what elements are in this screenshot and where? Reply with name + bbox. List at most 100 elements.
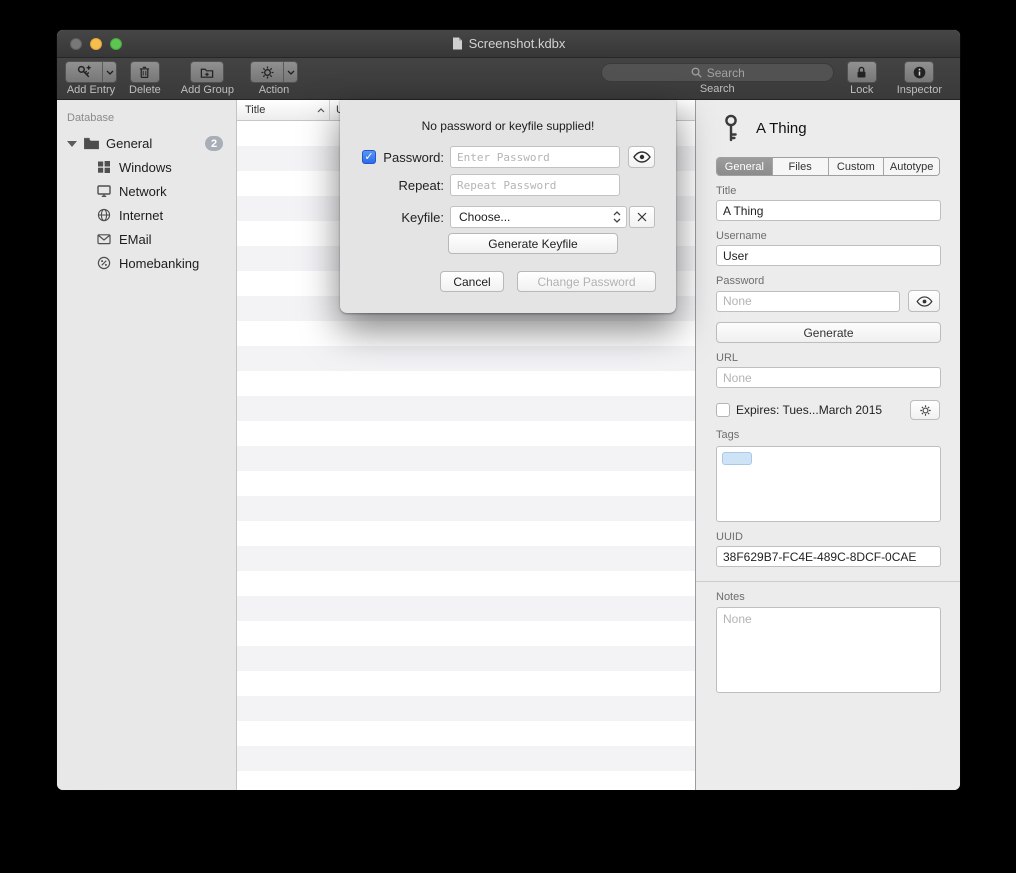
tab-autotype[interactable]: Autotype [884, 158, 939, 175]
reveal-password-button[interactable] [628, 146, 655, 168]
tab-files[interactable]: Files [773, 158, 829, 175]
expires-settings-button[interactable] [910, 400, 940, 420]
keyfile-row: Keyfile: Choose... [362, 206, 655, 228]
sidebar-item-label: EMail [119, 232, 152, 247]
toolbar-item-add-entry: Add Entry [65, 61, 117, 96]
tag-token[interactable] [722, 452, 752, 465]
group-count-badge: 2 [205, 136, 223, 151]
delete-button[interactable] [130, 61, 160, 83]
envelope-icon [97, 232, 111, 246]
sidebar-section-header: Database [67, 112, 236, 124]
inspector-header: A Thing [696, 100, 960, 151]
close-button[interactable] [70, 38, 82, 50]
inspector-panel: A Thing General Files Custom Autotype Ti… [695, 100, 960, 790]
password-row: ✓ Password: [362, 146, 655, 168]
generate-password-button[interactable]: Generate [716, 322, 941, 343]
keyfile-popup[interactable]: Choose... [450, 206, 627, 228]
keyfile-popup-value: Choose... [459, 210, 510, 224]
password-field-label: Password [716, 275, 940, 287]
info-icon [912, 65, 927, 80]
sort-ascending-icon [317, 108, 325, 113]
sidebar-item-network[interactable]: Network [57, 179, 236, 203]
gear-icon [260, 65, 275, 80]
notes-label: Notes [716, 591, 940, 603]
action-dropdown-arrow[interactable] [283, 61, 298, 83]
add-entry-dropdown-arrow[interactable] [102, 61, 117, 83]
chevron-down-icon [287, 70, 295, 75]
delete-label: Delete [129, 84, 161, 96]
add-group-button[interactable] [190, 61, 224, 83]
popup-stepper-icon [613, 210, 621, 224]
username-field-label: Username [716, 230, 940, 242]
change-password-button[interactable]: Change Password [517, 271, 656, 292]
disclosure-triangle-icon[interactable] [67, 141, 77, 147]
sidebar-group-general[interactable]: General 2 [57, 132, 236, 155]
key-icon [718, 113, 744, 143]
repeat-row: Repeat: [362, 174, 655, 196]
expires-label: Expires: Tues...March 2015 [736, 403, 882, 417]
generate-keyfile-button[interactable]: Generate Keyfile [448, 233, 618, 254]
sidebar-item-label: Internet [119, 208, 163, 223]
action-button[interactable] [250, 61, 283, 83]
title-field[interactable] [716, 200, 941, 221]
titlebar: Screenshot.kdbx [57, 30, 960, 58]
password-checkbox[interactable]: ✓ [362, 150, 376, 164]
tab-custom[interactable]: Custom [829, 158, 885, 175]
search-label: Search [700, 83, 735, 95]
clear-keyfile-button[interactable] [629, 206, 655, 228]
repeat-label: Repeat: [380, 178, 444, 193]
password-label: Password: [380, 150, 444, 165]
enter-password-input[interactable] [450, 146, 620, 168]
inspector-tabs: General Files Custom Autotype [716, 157, 940, 176]
column-header-title[interactable]: Title [237, 100, 330, 120]
toolbar-item-action: Action [250, 61, 298, 96]
gear-icon [919, 404, 932, 417]
notes-field[interactable] [716, 607, 941, 693]
username-field[interactable] [716, 245, 941, 266]
close-x-icon [636, 211, 648, 223]
sidebar-item-windows[interactable]: Windows [57, 155, 236, 179]
inspector-divider [696, 581, 960, 582]
expires-row: Expires: Tues...March 2015 [716, 400, 940, 420]
uuid-label: UUID [716, 531, 940, 543]
monitor-icon [97, 184, 111, 198]
lock-icon [854, 65, 869, 80]
cancel-button[interactable]: Cancel [440, 271, 504, 292]
uuid-field[interactable] [716, 546, 941, 567]
inspector-button[interactable] [904, 61, 934, 83]
chevron-down-icon [106, 70, 114, 75]
url-field[interactable] [716, 367, 941, 388]
lock-button[interactable] [847, 61, 877, 83]
minimize-button[interactable] [90, 38, 102, 50]
reveal-password-button[interactable] [908, 290, 940, 312]
document-icon [452, 37, 463, 50]
tags-field[interactable] [716, 446, 941, 522]
expires-checkbox[interactable] [716, 403, 730, 417]
key-plus-icon [76, 64, 92, 80]
search-placeholder: Search [707, 66, 745, 80]
add-group-label: Add Group [181, 84, 234, 96]
tab-general[interactable]: General [717, 158, 773, 175]
search-icon [690, 66, 703, 79]
toolbar-item-lock: Lock [847, 61, 877, 96]
sidebar: Database General 2 Windows Network [57, 100, 237, 790]
change-password-sheet: No password or keyfile supplied! ✓ Passw… [340, 100, 676, 313]
sidebar-item-internet[interactable]: Internet [57, 203, 236, 227]
repeat-password-input[interactable] [450, 174, 620, 196]
action-label: Action [259, 84, 290, 96]
sidebar-item-homebanking[interactable]: Homebanking [57, 251, 236, 275]
trash-icon [137, 65, 152, 80]
toolbar: Add Entry Delete Add Group [57, 58, 960, 100]
sidebar-group-label: General [106, 136, 152, 151]
zoom-button[interactable] [110, 38, 122, 50]
password-field[interactable] [716, 291, 900, 312]
windows-grid-icon [97, 160, 111, 174]
tags-label: Tags [716, 429, 940, 441]
folder-plus-icon [199, 65, 215, 80]
add-entry-button[interactable] [65, 61, 102, 83]
traffic-lights [57, 38, 122, 50]
sidebar-item-email[interactable]: EMail [57, 227, 236, 251]
sidebar-item-label: Network [119, 184, 167, 199]
search-input[interactable]: Search [601, 63, 834, 82]
toolbar-item-inspector: Inspector [897, 61, 942, 96]
